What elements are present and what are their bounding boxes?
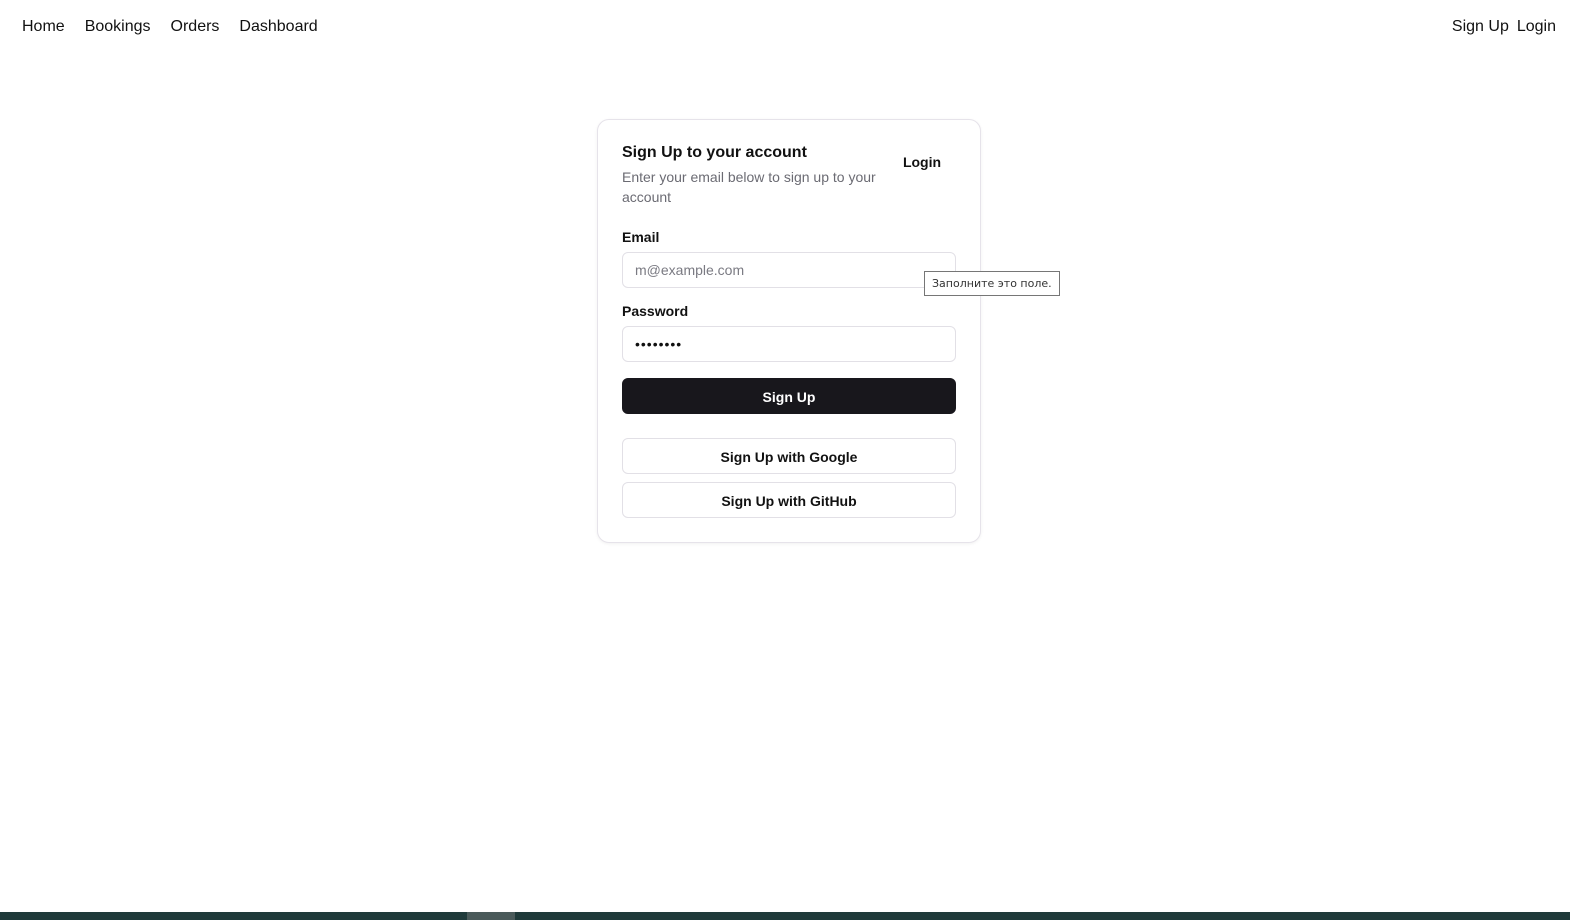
sign-up-button[interactable]: Sign Up [622, 378, 956, 414]
email-label: Email [622, 229, 660, 245]
taskbar-active-item[interactable] [467, 912, 515, 920]
nav-link-home[interactable]: Home [22, 17, 65, 37]
card-title: Sign Up to your account [622, 144, 807, 161]
validation-tooltip: Заполните это поле. [924, 271, 1060, 296]
nav-link-login[interactable]: Login [1517, 17, 1556, 37]
nav-left-group: Home Bookings Orders Dashboard [22, 17, 318, 37]
email-field[interactable] [622, 252, 956, 288]
password-label: Password [622, 303, 689, 319]
nav-link-sign-up[interactable]: Sign Up [1452, 17, 1509, 37]
sign-up-card: Sign Up to your account Enter your email… [597, 119, 981, 543]
taskbar [0, 912, 1570, 920]
card-description: Enter your email below to sign up to you… [622, 169, 876, 205]
nav-link-dashboard[interactable]: Dashboard [239, 17, 317, 37]
top-navigation: Home Bookings Orders Dashboard Sign Up L… [0, 0, 1570, 56]
sign-up-google-button[interactable]: Sign Up with Google [622, 438, 956, 474]
nav-link-bookings[interactable]: Bookings [85, 17, 151, 37]
sign-up-github-button[interactable]: Sign Up with GitHub [622, 482, 956, 518]
nav-right-group: Sign Up Login [1452, 17, 1556, 37]
password-field[interactable] [622, 326, 956, 362]
nav-link-orders[interactable]: Orders [171, 17, 220, 37]
login-link-button[interactable]: Login [890, 150, 954, 174]
